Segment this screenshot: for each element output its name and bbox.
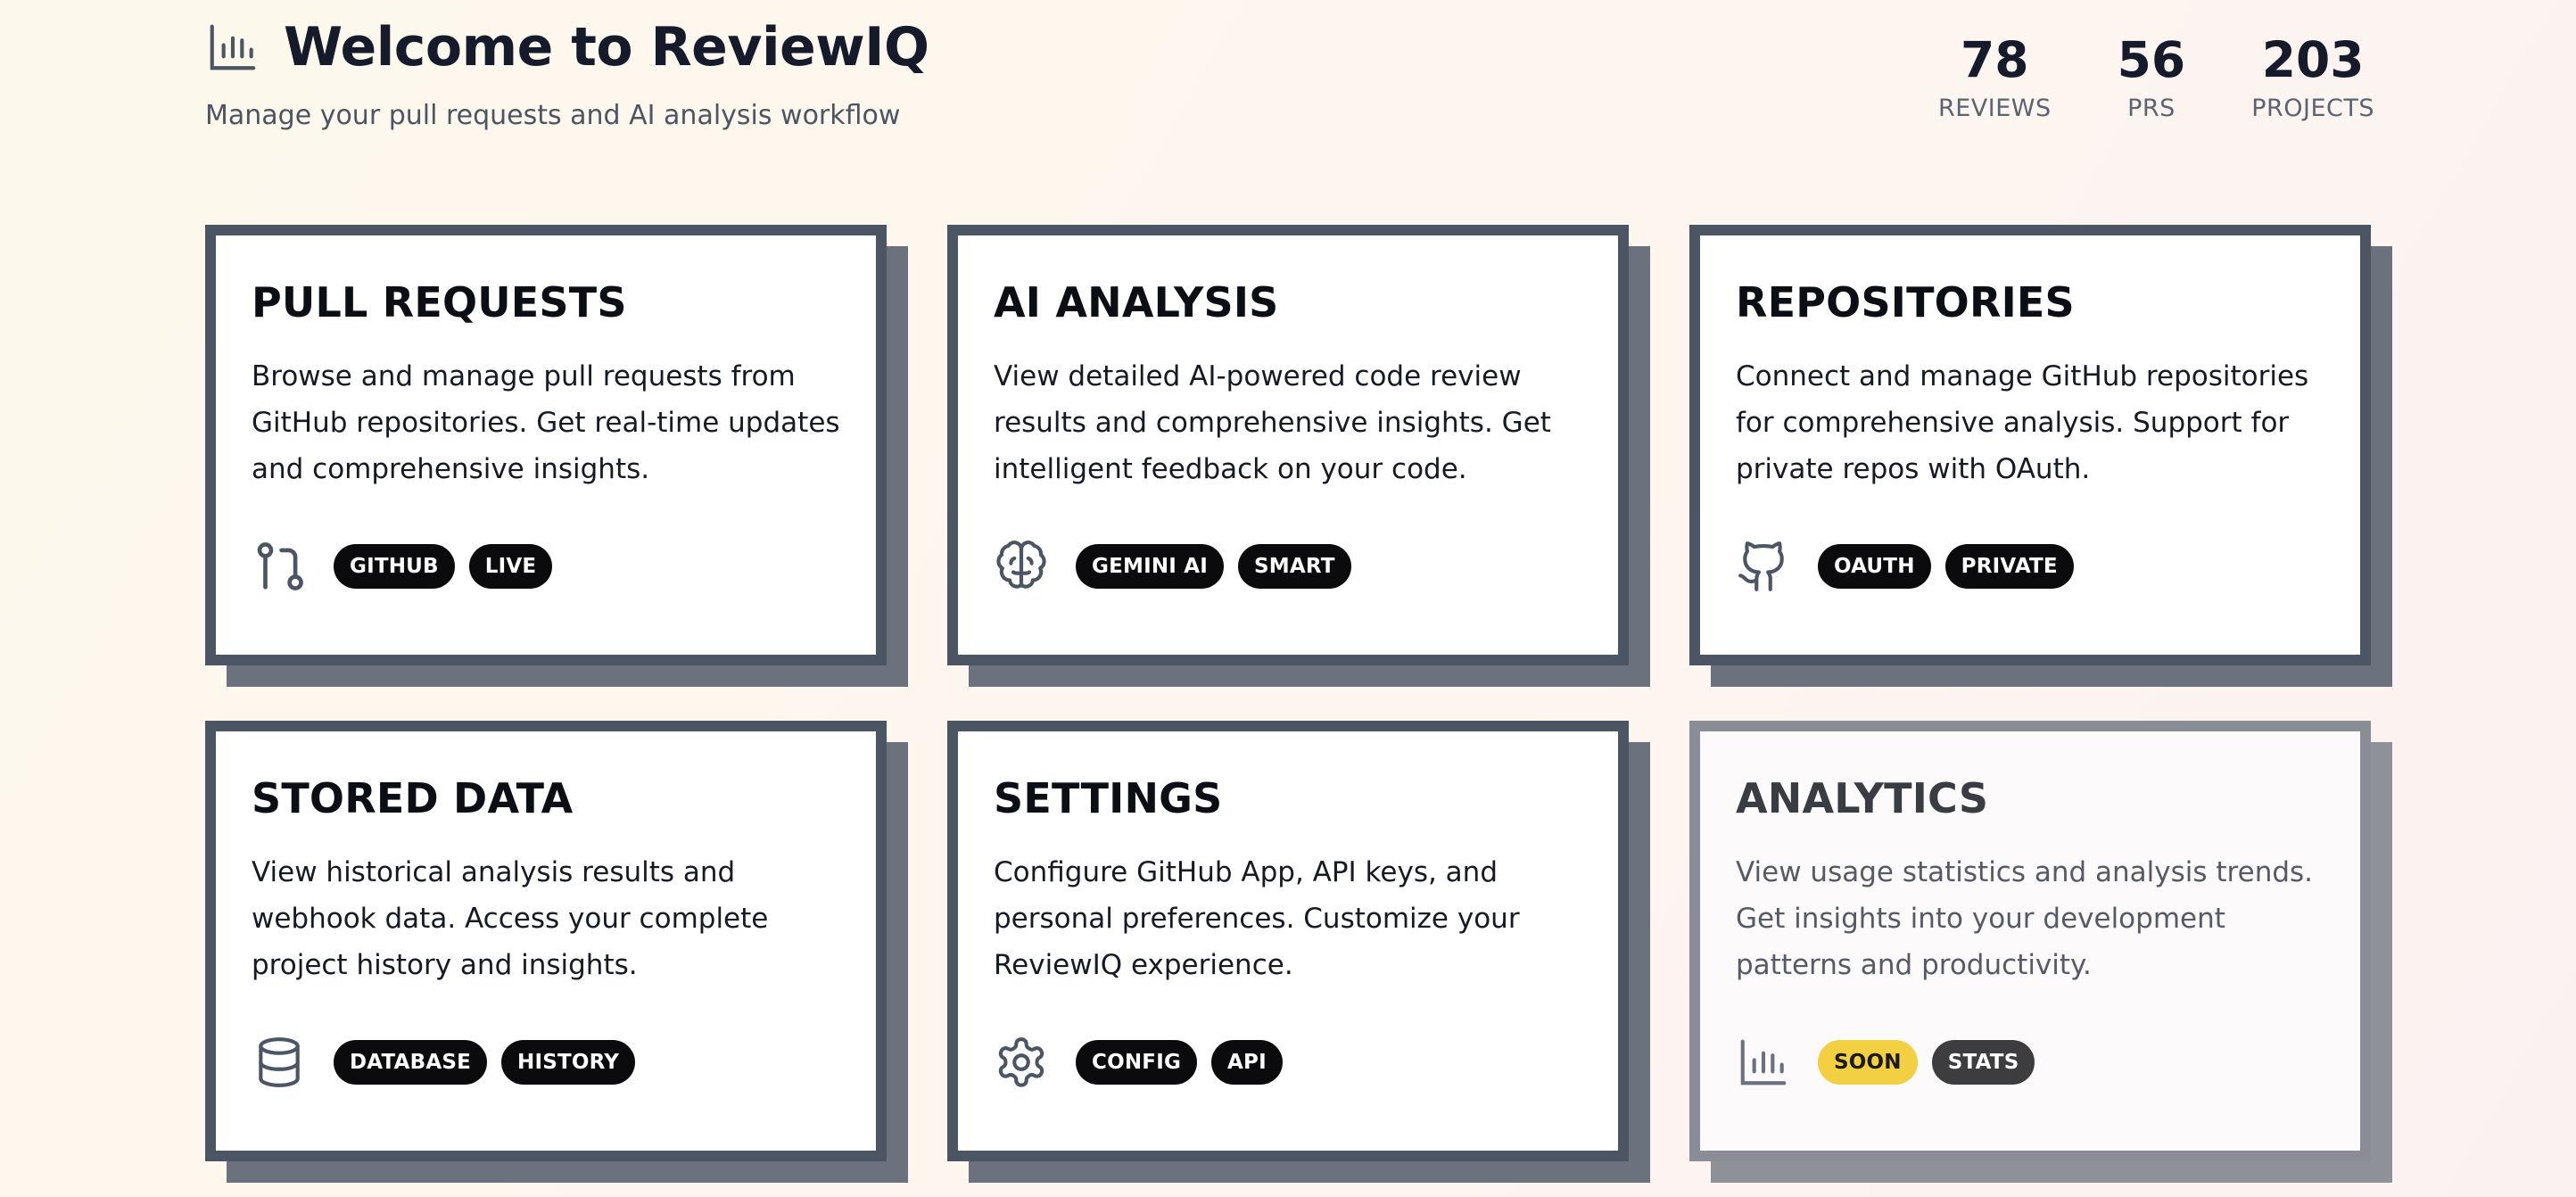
card-repositories-wrap: REPOSITORIES Connect and manage GitHub r… (1689, 225, 2392, 687)
badge-database: DATABASE (334, 1040, 488, 1085)
stat-projects: 203 PROJECTS (2251, 30, 2374, 122)
card-settings[interactable]: SETTINGS Configure GitHub App, API keys,… (947, 721, 1629, 1161)
bar-chart-icon (210, 24, 256, 70)
badge-github: GITHUB (334, 544, 455, 589)
badge-oauth: OAUTH (1818, 544, 1931, 589)
card-title: ANALYTICS (1736, 774, 1989, 822)
card-pull-requests-wrap: PULL REQUESTS Browse and manage pull req… (205, 225, 908, 687)
card-description: Browse and manage pull requests from Git… (252, 360, 840, 485)
badge-config: CONFIG (1076, 1040, 1198, 1085)
card-title: SETTINGS (994, 774, 1223, 822)
brain-icon (996, 541, 1046, 589)
card-title: REPOSITORIES (1736, 278, 2075, 326)
badge-api: API (1211, 1040, 1283, 1085)
card-repositories[interactable]: REPOSITORIES Connect and manage GitHub r… (1689, 225, 2371, 665)
badge-private: PRIVATE (1944, 544, 2074, 589)
stat-value: 203 (2261, 31, 2365, 88)
stat-label: PROJECTS (2251, 95, 2374, 122)
stat-value: 56 (2117, 31, 2186, 88)
stat-label: PRS (2127, 95, 2176, 122)
badge-soon: SOON (1818, 1040, 1918, 1085)
card-ai-analysis-wrap: AI ANALYSIS View detailed AI-powered cod… (947, 225, 1650, 687)
card-footer: SOON STATS (1736, 1035, 2049, 1090)
card-stored-data-wrap: STORED DATA View historical analysis res… (205, 721, 908, 1183)
card-footer: GEMINI AI SMART (994, 539, 1366, 594)
badge-history: HISTORY (501, 1040, 636, 1085)
badge-smart: SMART (1238, 544, 1351, 589)
badge-stats: STATS (1931, 1040, 2035, 1085)
card-footer: CONFIG API (994, 1035, 1297, 1090)
card-analytics-wrap: ANALYTICS View usage statistics and anal… (1689, 721, 2392, 1183)
card-footer: DATABASE HISTORY (252, 1035, 649, 1090)
card-stored-data[interactable]: STORED DATA View historical analysis res… (205, 721, 887, 1161)
card-footer: OAUTH PRIVATE (1736, 539, 2088, 594)
page-subtitle: Manage your pull requests and AI analysi… (205, 100, 901, 131)
github-icon (1738, 541, 1784, 591)
badge-live: LIVE (468, 544, 553, 589)
page-header: Welcome to ReviewIQ Manage your pull req… (205, 16, 929, 131)
card-description: Connect and manage GitHub repositories f… (1736, 360, 2309, 485)
stat-label: REVIEWS (1937, 95, 2052, 122)
git-pull-request-icon (257, 542, 303, 590)
database-icon (259, 1037, 300, 1087)
bar-chart-icon (1740, 1039, 1787, 1086)
card-title: AI ANALYSIS (994, 278, 1279, 326)
card-footer: GITHUB LIVE (252, 539, 566, 594)
gear-icon (998, 1037, 1044, 1087)
card-pull-requests[interactable]: PULL REQUESTS Browse and manage pull req… (205, 225, 887, 665)
title-row: Welcome to ReviewIQ (205, 16, 929, 78)
card-description: View usage statistics and analysis trend… (1736, 856, 2314, 981)
stat-value: 78 (1961, 31, 2029, 88)
card-settings-wrap: SETTINGS Configure GitHub App, API keys,… (947, 721, 1650, 1183)
stat-reviews: 78 REVIEWS (1938, 30, 2052, 122)
card-description: Configure GitHub App, API keys, and pers… (994, 856, 1520, 981)
card-description: View historical analysis results and web… (252, 856, 769, 981)
stat-prs: 56 PRS (2118, 30, 2186, 122)
stats-summary: 78 REVIEWS 56 PRS 203 PROJECTS (1938, 30, 2374, 122)
page-title: Welcome to ReviewIQ (284, 16, 929, 78)
card-title: PULL REQUESTS (252, 278, 627, 326)
card-ai-analysis[interactable]: AI ANALYSIS View detailed AI-powered cod… (947, 225, 1629, 665)
card-description: View detailed AI-powered code review res… (994, 360, 1551, 485)
card-title: STORED DATA (252, 774, 574, 822)
badge-gemini-ai: GEMINI AI (1076, 544, 1225, 589)
card-analytics[interactable]: ANALYTICS View usage statistics and anal… (1689, 721, 2371, 1161)
